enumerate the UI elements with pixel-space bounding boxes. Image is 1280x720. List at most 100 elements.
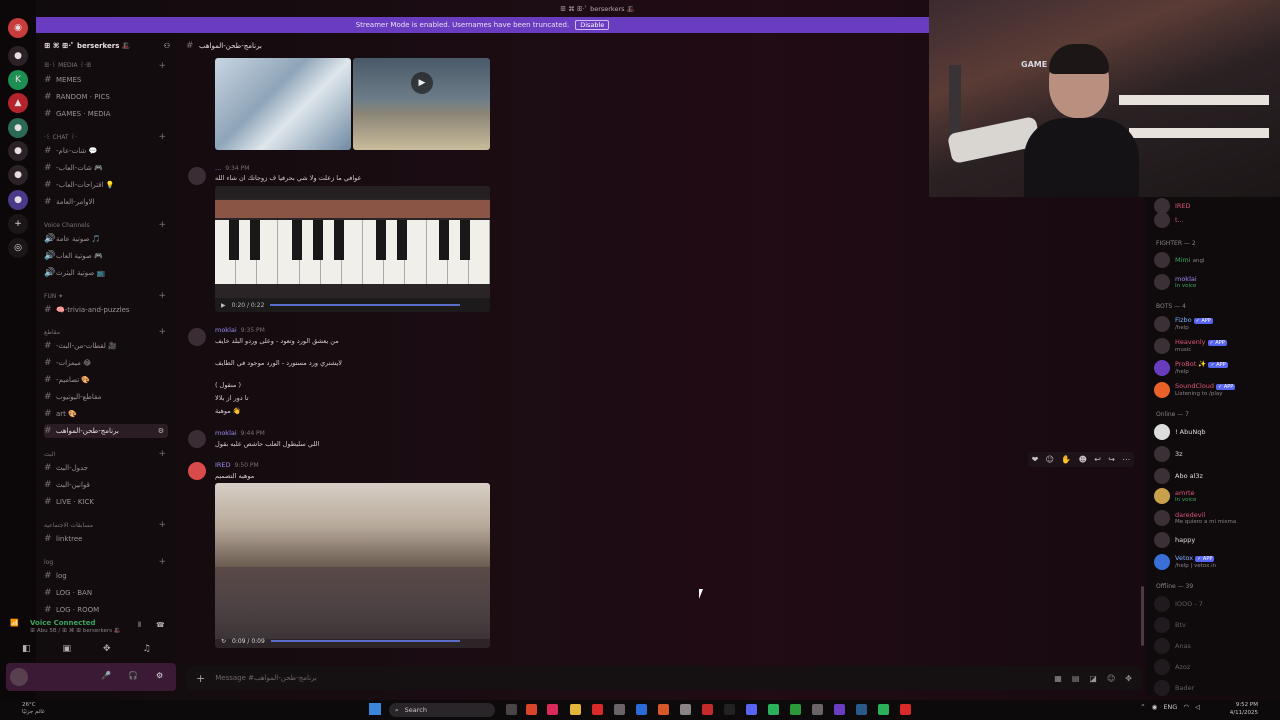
soundboard-icon[interactable]: ♫ <box>143 644 151 658</box>
tray-app-icon[interactable]: ◉ <box>1152 703 1158 711</box>
channel-suggestions[interactable]: # -اقتراحات-العاب 💡 <box>44 178 168 192</box>
channel-designs[interactable]: # -تصاميم 🎨 <box>44 373 168 387</box>
member-item[interactable]: daredevil Me quiero a mi misma <box>1154 509 1278 527</box>
attachment-video[interactable]: ↻ 0:09 / 0:09 <box>215 483 490 648</box>
member-item[interactable]: 3z <box>1154 445 1278 463</box>
category-contests[interactable]: مسابقات الاجتماعية + <box>44 518 168 532</box>
clock[interactable]: 9:52 PM 4/11/2025 <box>1230 701 1258 717</box>
hand-react-icon[interactable]: ✋ <box>1061 455 1071 464</box>
voice-channel-3[interactable]: 🔊 صوتية البثرث 📺 <box>44 266 168 280</box>
add-channel-icon[interactable]: + <box>158 61 166 71</box>
replay-icon[interactable]: ↻ <box>221 638 226 645</box>
member-item[interactable]: Mimi angl <box>1154 251 1278 269</box>
channel-games[interactable]: # GAMES · MEDIA <box>44 107 168 121</box>
emoji-icon[interactable]: ☺ <box>1107 674 1115 683</box>
channel-log-room[interactable]: # LOG · ROOM <box>44 603 168 617</box>
brave-icon[interactable] <box>658 704 669 715</box>
message-input[interactable]: Message #برنامج-طحن-المواهب <box>215 674 317 682</box>
reply-icon[interactable]: ↩ <box>1094 455 1101 464</box>
emoji-react-icon[interactable]: ☺ <box>1046 455 1054 464</box>
youtube-icon[interactable] <box>592 704 603 715</box>
channel-games-chat[interactable]: # -شات-العاب 🎮 <box>44 161 168 175</box>
apps-icon[interactable]: ✥ <box>1125 674 1132 683</box>
channel-general[interactable]: # -شات-عام 💬 <box>44 144 168 158</box>
server-icon[interactable]: ● <box>8 190 28 210</box>
app-icon[interactable] <box>680 704 691 715</box>
category-media[interactable]: ꕥ·꒰ MEDIA ꒱·ꕥ + <box>44 59 168 73</box>
settings-icon[interactable]: ⚙ <box>158 427 164 435</box>
sticker-icon[interactable]: ◪ <box>1089 674 1097 683</box>
task-view-icon[interactable] <box>506 704 517 715</box>
server-icon[interactable]: K <box>8 70 28 90</box>
member-item[interactable]: Bader <box>1154 679 1278 697</box>
play-icon[interactable]: ▶ <box>221 302 226 309</box>
channel-memes[interactable]: # MEMES <box>44 73 168 87</box>
tray-chevron-icon[interactable]: ⌃ <box>1140 703 1145 711</box>
member-item[interactable]: Btv <box>1154 616 1278 634</box>
disconnect-icon[interactable]: ☎ <box>156 621 165 629</box>
category-chat[interactable]: ·꒰ CHAT ꒱· + <box>44 130 168 144</box>
disable-button[interactable]: Disable <box>575 20 610 30</box>
app-icon[interactable] <box>547 704 558 715</box>
channel-youtube[interactable]: # مقاطع-اليوتيوب <box>44 390 168 404</box>
add-channel-icon[interactable]: + <box>158 520 166 530</box>
category-voice[interactable]: Voice Channels + <box>44 218 168 232</box>
mail-icon[interactable] <box>636 704 647 715</box>
seek-bar[interactable] <box>270 640 460 642</box>
start-icon[interactable] <box>369 703 381 715</box>
weather-widget[interactable]: 26°C غائم جزئيًا <box>22 702 45 716</box>
server-icon[interactable]: ● <box>8 118 28 138</box>
channel-art[interactable]: # art 🎨 <box>44 407 168 421</box>
member-item[interactable]: Fizbo ✓ APP/help <box>1154 315 1278 333</box>
avatar[interactable] <box>188 430 206 448</box>
member-item[interactable]: moklai In voice <box>1154 273 1278 291</box>
avatar[interactable] <box>188 328 206 346</box>
voice-channel-1[interactable]: 🔊 صوتية عامة 🎵 <box>44 232 168 246</box>
heart-react-icon[interactable]: ❤ <box>1032 455 1039 464</box>
gif-icon[interactable]: ▤ <box>1072 674 1080 683</box>
server-icon[interactable]: ▲ <box>8 93 28 113</box>
wifi-icon[interactable]: ◠ <box>1183 703 1189 711</box>
member-item[interactable]: amrte In voice <box>1154 487 1278 505</box>
screen-share-icon[interactable]: ▣ <box>63 644 72 658</box>
app-icon[interactable] <box>878 704 889 715</box>
channel-trivia[interactable]: # 🧠-trivia-and-puzzles <box>44 303 168 317</box>
add-channel-icon[interactable]: + <box>158 220 166 230</box>
deafen-icon[interactable]: 🎧 <box>128 671 138 680</box>
channel-schedule[interactable]: # جدول-البث <box>44 461 168 475</box>
volume-icon[interactable]: ◁ <box>1195 703 1200 711</box>
mute-icon[interactable]: 🎤 <box>101 671 111 680</box>
voice-channel-2[interactable]: 🔊 صوتية العاب 🎮 <box>44 249 168 263</box>
scrollbar[interactable] <box>1141 586 1144 646</box>
channel-commands[interactable]: # الاوامر-العامة <box>44 195 168 209</box>
user-settings-icon[interactable]: ⚙ <box>156 671 163 680</box>
username[interactable]: moklai <box>215 326 237 334</box>
channel-random[interactable]: # RANDOM · PICS <box>44 90 168 104</box>
forward-icon[interactable]: ↪ <box>1108 455 1115 464</box>
add-channel-icon[interactable]: + <box>158 449 166 459</box>
add-attachment-icon[interactable]: + <box>196 672 205 685</box>
member-item[interactable]: Vetox ✓ APP/help | vetox.in <box>1154 553 1278 571</box>
message-composer[interactable]: + Message #برنامج-طحن-المواهب ▦ ▤ ◪ ☺ ✥ <box>186 666 1142 690</box>
home-icon[interactable]: ◉ <box>8 18 28 38</box>
server-icon[interactable]: ● <box>8 165 28 185</box>
channel-log[interactable]: # log <box>44 569 168 583</box>
channel-stream-clips[interactable]: # -لقطات-من-البث 🎥 <box>44 339 168 353</box>
settings-icon[interactable] <box>812 704 823 715</box>
app-icon[interactable] <box>526 704 537 715</box>
channel-linktree[interactable]: # linktree <box>44 532 168 546</box>
add-member-icon[interactable]: ⚇ <box>164 42 170 50</box>
add-channel-icon[interactable]: + <box>158 327 166 337</box>
steam-icon[interactable] <box>856 704 867 715</box>
noise-icon[interactable]: ⦀ <box>138 621 141 630</box>
category-fun[interactable]: FUN ✦ + <box>44 289 168 303</box>
member-item[interactable]: ! AbuNqb <box>1154 423 1278 441</box>
taskbar-search[interactable]: ⌕ Search <box>389 703 495 717</box>
xbox-icon[interactable] <box>790 704 801 715</box>
category-stream[interactable]: البث + <box>44 447 168 461</box>
category-clips[interactable]: مقاطع + <box>44 325 168 339</box>
member-item[interactable]: Anas <box>1154 637 1278 655</box>
attachment-piano-video[interactable]: ▶ 0:20 / 0:22 <box>215 186 490 312</box>
avatar[interactable] <box>10 668 28 686</box>
add-channel-icon[interactable]: + <box>158 291 166 301</box>
